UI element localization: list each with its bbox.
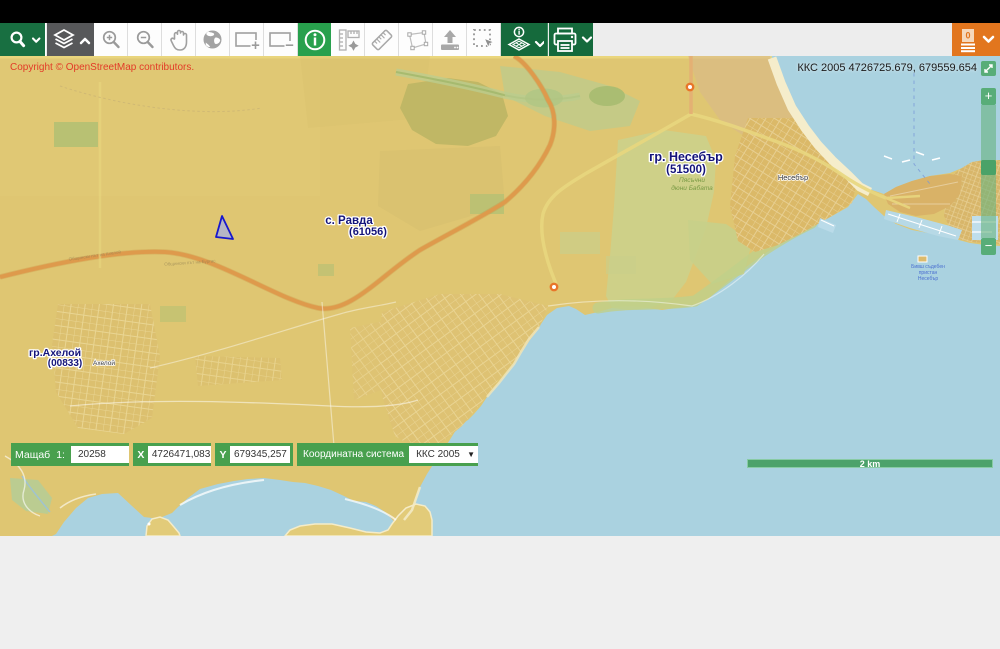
svg-text:Ахелой: Ахелой [93,359,115,367]
svg-text:(00833): (00833) [48,358,82,369]
svg-text:гр. Несебър: гр. Несебър [649,150,723,164]
svg-text:Несебър: Несебър [918,276,938,282]
svg-text:Несебър: Несебър [778,173,808,182]
svg-text:(51500): (51500) [666,164,706,176]
svg-text:(61056): (61056) [349,226,387,238]
svg-text:Пясъчни: Пясъчни [679,177,705,184]
svg-text:0: 0 [965,30,970,40]
svg-text:дюни Бабата: дюни Бабата [671,184,713,192]
